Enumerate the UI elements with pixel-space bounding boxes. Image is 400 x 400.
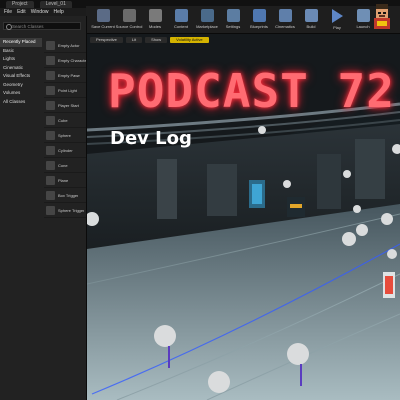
window-tab-project[interactable]: Project (6, 0, 34, 8)
light-actor-icon (287, 343, 309, 365)
actor-item-cone[interactable]: Cone (44, 158, 86, 173)
wall-panel (355, 139, 385, 199)
actor-thumbnail (46, 85, 55, 95)
toolbar-content-button[interactable]: Content (168, 6, 194, 34)
actor-thumbnail (46, 160, 55, 170)
light-actor-icon (387, 249, 397, 259)
actor-item-plane[interactable]: Plane (44, 173, 86, 188)
toolbar-source-control-button[interactable]: Source Control (116, 6, 142, 34)
play-icon (331, 9, 343, 23)
actor-item-empty-actor[interactable]: Empty Actor (44, 38, 86, 53)
light-actor-icon (342, 232, 356, 246)
wall-panel (317, 154, 341, 209)
actor-item-cube[interactable]: Cube (44, 113, 86, 128)
build-icon (304, 9, 318, 22)
actor-item-empty-character[interactable]: Empty Character (44, 53, 86, 68)
actor-list: Empty Actor Empty Character Empty Pawn P… (44, 38, 86, 218)
wall-panel (157, 159, 177, 219)
actor-thumbnail (46, 55, 55, 65)
viewport-perspective-button[interactable]: Perspective (90, 37, 123, 43)
search-classes-input[interactable]: Search Classes (3, 22, 81, 30)
toolbar-modes-button[interactable]: Modes (142, 6, 168, 34)
viewport-toolbar: Perspective Lit Show Volatility Active (90, 37, 209, 43)
settings-icon (226, 9, 240, 22)
blueprints-icon (252, 9, 266, 22)
category-lights[interactable]: Lights (0, 55, 42, 64)
toolbar-save-button[interactable]: Save Current (90, 6, 116, 34)
actor-thumbnail (46, 115, 55, 125)
actor-thumbnail (46, 40, 55, 50)
light-actor-icon (356, 224, 368, 236)
actor-thumbnail (46, 130, 55, 140)
actor-item-box-trigger[interactable]: Box Trigger (44, 188, 86, 203)
category-cinematic[interactable]: Cinematic (0, 64, 42, 73)
monitor (252, 184, 262, 204)
viewport-show-button[interactable]: Show (145, 37, 168, 43)
category-recently-placed[interactable]: Recently Placed (0, 38, 42, 47)
modes-panel: Search Classes Recently Placed Basic Lig… (0, 16, 87, 400)
category-geometry[interactable]: Geometry (0, 81, 42, 90)
actor-item-empty-pawn[interactable]: Empty Pawn (44, 68, 86, 83)
actor-item-sphere[interactable]: Sphere (44, 128, 86, 143)
actor-thumbnail (46, 100, 55, 110)
marketplace-icon (200, 9, 214, 22)
category-basic[interactable]: Basic (0, 47, 42, 56)
viewport-volatility-badge: Volatility Active (170, 37, 209, 43)
category-visual-effects[interactable]: Visual Effects (0, 72, 42, 81)
actor-thumbnail (46, 205, 55, 215)
toolbar-settings-button[interactable]: Settings (220, 6, 246, 34)
save-icon (96, 9, 110, 22)
light-actor-icon (381, 213, 393, 225)
actor-thumbnail (46, 145, 55, 155)
light-actor-icon (258, 126, 266, 134)
warning-sign (385, 276, 393, 294)
modes-icon (148, 9, 162, 22)
category-all-classes[interactable]: All Classes (0, 98, 42, 107)
podcast-subtitle: Dev Log (110, 128, 192, 149)
actor-thumbnail (46, 190, 55, 200)
light-actor-icon (353, 205, 361, 213)
console-light (290, 204, 302, 208)
podcast-title: PODCAST 72 (108, 64, 395, 118)
wall-panel (207, 164, 237, 216)
menu-bar: File Edit Window Help (0, 8, 90, 16)
launch-icon (356, 9, 370, 22)
actor-thumbnail (46, 175, 55, 185)
light-actor-icon (283, 180, 291, 188)
light-actor-icon (343, 170, 351, 178)
toolbar-cinematics-button[interactable]: Cinematics (272, 6, 298, 34)
content-icon (174, 9, 188, 22)
category-list: Recently Placed Basic Lights Cinematic V… (0, 38, 42, 106)
window-tab-level[interactable]: Level_01 (39, 0, 72, 8)
actor-item-point-light[interactable]: Point Light (44, 83, 86, 98)
menu-edit[interactable]: Edit (17, 8, 26, 16)
light-actor-icon (154, 325, 176, 347)
cinematics-icon (278, 9, 292, 22)
toolbar-play-button[interactable]: Play (324, 6, 350, 34)
actor-thumbnail (46, 70, 55, 80)
category-volumes[interactable]: Volumes (0, 89, 42, 98)
toolbar-build-button[interactable]: Build (298, 6, 324, 34)
actor-item-player-start[interactable]: Player Start (44, 98, 86, 113)
main-toolbar: Save Current Source Control Modes Conten… (86, 6, 400, 34)
toolbar-marketplace-button[interactable]: Marketplace (194, 6, 220, 34)
source-control-icon (122, 9, 136, 22)
toolbar-blueprints-button[interactable]: Blueprints (246, 6, 272, 34)
avatar[interactable] (370, 2, 394, 32)
search-icon (6, 24, 12, 30)
menu-file[interactable]: File (4, 8, 12, 16)
menu-help[interactable]: Help (53, 8, 63, 16)
actor-item-cylinder[interactable]: Cylinder (44, 143, 86, 158)
light-actor-icon (208, 371, 230, 393)
menu-window[interactable]: Window (31, 8, 49, 16)
viewport-lit-button[interactable]: Lit (125, 37, 143, 43)
actor-item-sphere-trigger[interactable]: Sphere Trigger (44, 203, 86, 218)
